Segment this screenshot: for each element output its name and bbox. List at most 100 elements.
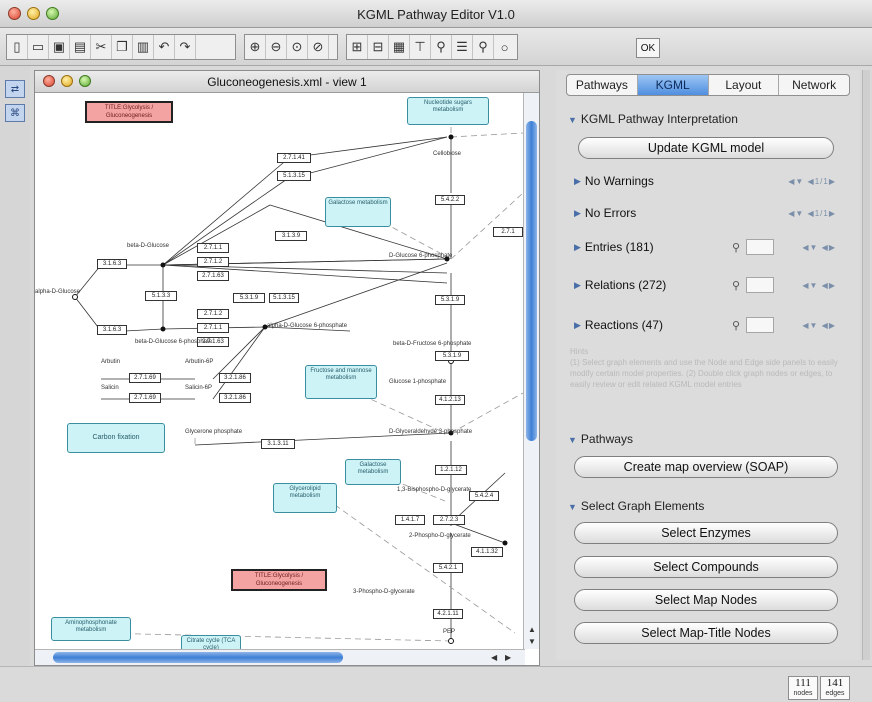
enzyme-node[interactable]: 5.3.1.9 [435,351,469,361]
horizontal-scroll-thumb[interactable] [53,652,343,663]
map-node[interactable]: Citrate cycle (TCA cycle) [181,635,241,649]
enzyme-node[interactable]: 2.7.1.1 [197,243,229,253]
copy-icon[interactable]: ❐ [112,35,133,59]
relations-nav-arrows-icon[interactable]: ◀▼ ◀▶ [802,281,836,290]
tab-pathways[interactable]: Pathways [567,75,638,95]
errors-nav-arrows-icon[interactable]: ◀▼ ◀1/1▶ [788,209,836,218]
enzyme-node[interactable]: 4.1.1.32 [471,547,503,557]
align-icon[interactable]: ⊞ [347,35,368,59]
enzyme-node[interactable]: 4.2.1.11 [433,609,463,619]
pathway-view-icon[interactable]: ⌘ [5,104,25,122]
enzyme-node[interactable]: 2.7.1.69 [129,393,161,403]
enzyme-node[interactable]: 5.1.3.15 [277,171,311,181]
map-node[interactable]: Carbon fixation [67,423,165,453]
enzyme-node[interactable]: 3.1.6.3 [97,325,127,335]
enzyme-node[interactable]: 2.7.1.1 [197,323,229,333]
disclosure-triangle-icon[interactable]: ▶ [574,280,581,291]
map-node[interactable]: Fructose and mannose metabolism [305,365,377,399]
enzyme-node[interactable]: 2.7.1.2 [197,257,229,267]
scroll-right-arrow-icon[interactable]: ▶ [505,653,511,662]
select-section-header[interactable]: ▼ Select Graph Elements [568,499,704,513]
tree-icon[interactable]: ⊤ [410,35,431,59]
open-folder-icon[interactable]: ▭ [28,35,49,59]
select-enzymes-button[interactable]: Select Enzymes [574,522,838,544]
enzyme-node[interactable]: 2.7.1.2 [197,309,229,319]
list-icon[interactable]: ☰ [452,35,473,59]
enzyme-node[interactable]: 5.3.1.9 [233,293,265,303]
disclosure-triangle-icon[interactable]: ▶ [574,208,581,219]
pathway-canvas[interactable]: TITLE:Glycolysis / Gluconeogenesis TITLE… [35,93,525,649]
entries-row[interactable]: ▶ Entries (181) ⚲ ◀▼ ◀▶ [574,234,840,260]
title-node[interactable]: TITLE:Glycolysis / Gluconeogenesis [85,101,173,123]
paste-icon[interactable]: ▥ [133,35,154,59]
panel-scrollbar[interactable] [862,70,870,660]
enzyme-node[interactable]: 2.7.1.63 [197,271,229,281]
enzyme-node[interactable]: 4.1.2.13 [435,395,465,405]
warnings-nav-arrows-icon[interactable]: ◀▼ ◀1/1▶ [788,177,836,186]
enzyme-node[interactable]: 2.7.1 [493,227,523,237]
title-node[interactable]: TITLE:Glycolysis / Gluconeogenesis [231,569,327,591]
errors-row[interactable]: ▶ No Errors ◀▼ ◀1/1▶ [574,200,840,226]
relations-row[interactable]: ▶ Relations (272) ⚲ ◀▼ ◀▶ [574,272,840,298]
map-node[interactable]: Galactose metabolism [345,459,401,485]
tab-kgml[interactable]: KGML [637,75,709,95]
layout-icon[interactable]: ⊟ [368,35,389,59]
redo-icon[interactable]: ↷ [175,35,196,59]
select-compounds-button[interactable]: Select Compounds [574,556,838,578]
grid-icon[interactable]: ▦ [389,35,410,59]
enzyme-node[interactable]: 3.2.1.86 [219,393,251,403]
enzyme-node[interactable]: 1.4.1.7 [395,515,425,525]
enzyme-node[interactable]: 5.1.3.15 [269,293,299,303]
zoom-out-icon[interactable]: ⊖ [266,35,287,59]
scroll-up-arrow-icon[interactable]: ▲ [528,625,536,634]
tab-network[interactable]: Network [779,75,849,95]
vertical-scrollbar[interactable]: ▲ ▼ [523,93,539,649]
enzyme-node[interactable]: 3.2.1.86 [219,373,251,383]
relations-search-field[interactable] [746,277,774,293]
enzyme-node[interactable]: 3.1.3.9 [275,231,307,241]
entries-search-field[interactable] [746,239,774,255]
disclosure-triangle-icon[interactable]: ▼ [568,435,577,445]
enzyme-node[interactable]: 1.2.1.12 [435,465,467,475]
find-icon[interactable]: ○ [494,35,515,59]
zoom-reset-icon[interactable]: ⊘ [308,35,329,59]
search-icon[interactable]: ⚲ [473,35,494,59]
reactions-nav-arrows-icon[interactable]: ◀▼ ◀▶ [802,321,836,330]
disclosure-triangle-icon[interactable]: ▶ [574,176,581,187]
scroll-left-arrow-icon[interactable]: ◀ [491,653,497,662]
disclosure-triangle-icon[interactable]: ▼ [568,502,577,512]
update-kgml-model-button[interactable]: Update KGML model [578,137,834,159]
enzyme-node[interactable]: 2.7.1.41 [277,153,311,163]
disclosure-triangle-icon[interactable]: ▼ [568,115,577,125]
select-map-title-nodes-button[interactable]: Select Map-Title Nodes [574,622,838,644]
vertical-scroll-thumb[interactable] [526,121,537,441]
enzyme-node[interactable]: 2.7.1.69 [129,373,161,383]
reactions-search-field[interactable] [746,317,774,333]
enzyme-node[interactable]: 5.3.1.9 [435,295,465,305]
enzyme-node[interactable]: 3.1.6.3 [97,259,127,269]
scroll-down-arrow-icon[interactable]: ▼ [528,637,536,646]
disclosure-triangle-icon[interactable]: ▶ [574,242,581,253]
enzyme-node[interactable]: 5.1.3.3 [145,291,177,301]
disclosure-triangle-icon[interactable]: ▶ [574,320,581,331]
entries-nav-arrows-icon[interactable]: ◀▼ ◀▶ [802,243,836,252]
tab-layout[interactable]: Layout [709,75,780,95]
enzyme-node[interactable]: 2.7.2.3 [433,515,465,525]
tool-icon[interactable]: ⚲ [431,35,452,59]
select-map-nodes-button[interactable]: Select Map Nodes [574,589,838,611]
enzyme-node[interactable]: 5.4.2.4 [469,491,499,501]
create-map-overview-button[interactable]: Create map overview (SOAP) [574,456,838,478]
undo-icon[interactable]: ↶ [154,35,175,59]
map-node[interactable]: Glycerolipid metabolism [273,483,337,513]
enzyme-node[interactable]: 3.1.3.11 [261,439,295,449]
map-node[interactable]: Galactose metabolism [325,197,391,227]
network-view-icon[interactable]: ⇄ [5,80,25,98]
zoom-fit-icon[interactable]: ⊙ [287,35,308,59]
reactions-row[interactable]: ▶ Reactions (47) ⚲ ◀▼ ◀▶ [574,312,840,338]
print-icon[interactable]: ▤ [70,35,91,59]
map-node[interactable]: Nucleotide sugars metabolism [407,97,489,125]
enzyme-node[interactable]: 5.4.2.1 [433,563,463,573]
warnings-row[interactable]: ▶ No Warnings ◀▼ ◀1/1▶ [574,168,840,194]
interpretation-section-header[interactable]: ▼ KGML Pathway Interpretation [568,112,738,126]
zoom-in-icon[interactable]: ⊕ [245,35,266,59]
